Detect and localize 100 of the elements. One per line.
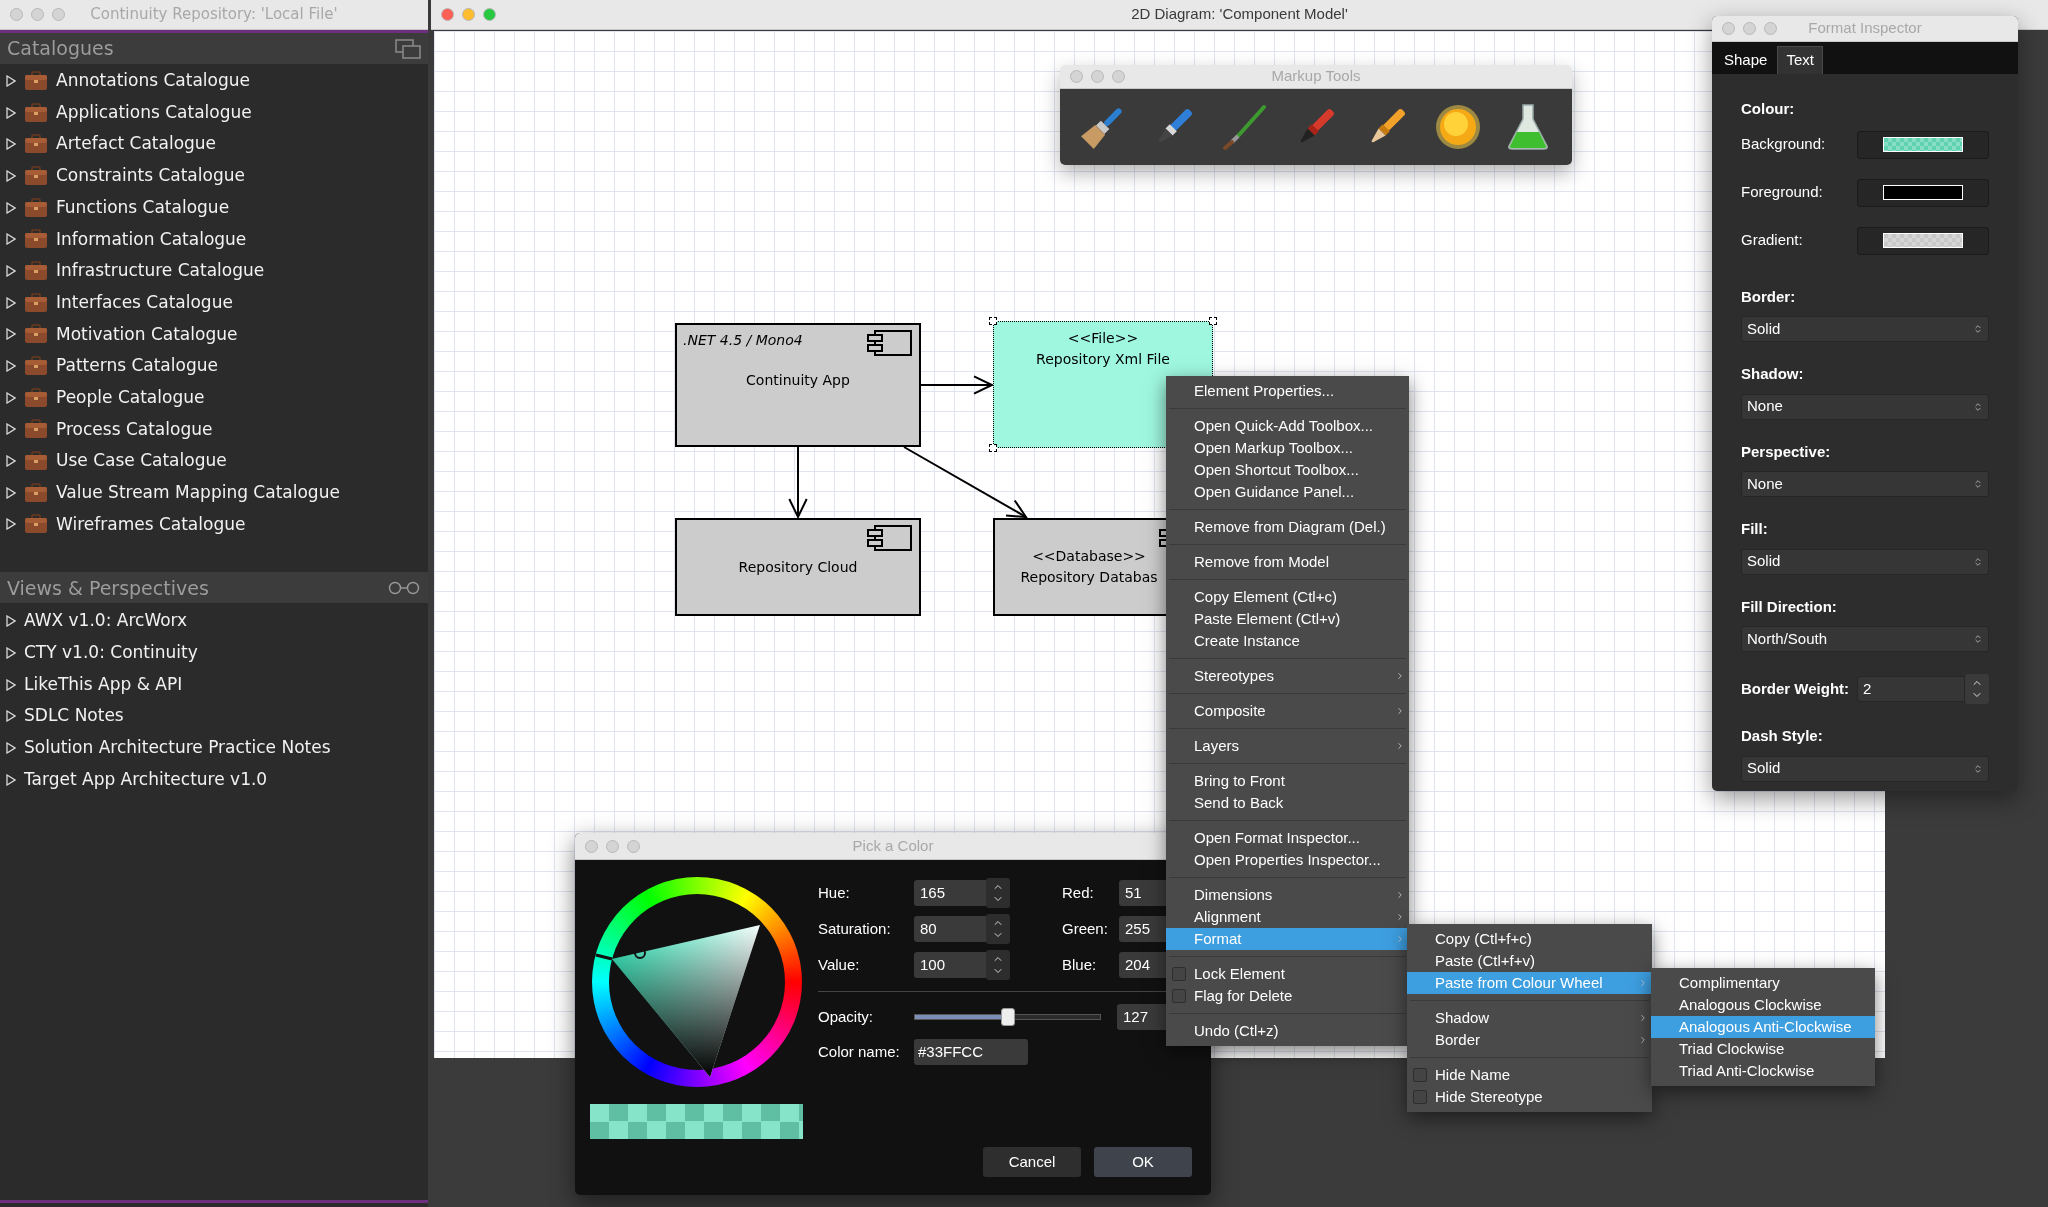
- selection-handle[interactable]: [1209, 317, 1217, 325]
- tab[interactable]: Text: [1777, 46, 1823, 74]
- stepper-arrows[interactable]: [986, 950, 1010, 980]
- menu-item[interactable]: Layers: [1166, 735, 1409, 757]
- menu-item[interactable]: Hide Stereotype: [1407, 1086, 1652, 1108]
- disclosure-triangle-icon[interactable]: [6, 518, 16, 531]
- dropdown[interactable]: None: [1741, 393, 1989, 420]
- disclosure-triangle-icon[interactable]: [6, 296, 16, 309]
- menu-item[interactable]: Shadow: [1407, 1007, 1652, 1029]
- menu-item[interactable]: Paste (Ctl+f+v): [1407, 950, 1652, 972]
- disclosure-triangle-icon[interactable]: [6, 486, 16, 499]
- disclosure-triangle-icon[interactable]: [6, 169, 16, 182]
- disclosure-triangle-icon[interactable]: [6, 391, 16, 404]
- cancel-button[interactable]: Cancel: [983, 1147, 1081, 1177]
- menu-item[interactable]: Border: [1407, 1029, 1652, 1051]
- tree-item[interactable]: SDLC Notes: [0, 700, 428, 733]
- number-field[interactable]: 80: [914, 916, 986, 942]
- tree-item[interactable]: People Catalogue: [0, 381, 428, 414]
- slider-thumb[interactable]: [1000, 1008, 1015, 1026]
- menu-item[interactable]: Bring to Front: [1166, 770, 1409, 792]
- text-field[interactable]: #33FFCC: [914, 1039, 1028, 1065]
- disclosure-triangle-icon[interactable]: [6, 615, 16, 628]
- tree-item[interactable]: Wireframes Catalogue: [0, 508, 428, 541]
- window-title: Format Inspector: [1808, 18, 1922, 39]
- color-well[interactable]: [1857, 178, 1989, 207]
- menu-item[interactable]: Analogous Clockwise: [1651, 994, 1875, 1016]
- menu-item[interactable]: Triad Clockwise: [1651, 1038, 1875, 1060]
- stepper-arrows[interactable]: [986, 878, 1010, 908]
- disclosure-triangle-icon[interactable]: [6, 106, 16, 119]
- stepper-arrows[interactable]: [986, 914, 1010, 944]
- tree-item[interactable]: Interfaces Catalogue: [0, 286, 428, 319]
- tree-item[interactable]: Infrastructure Catalogue: [0, 255, 428, 287]
- menu-item[interactable]: Create Instance: [1166, 630, 1409, 652]
- glasses-icon[interactable]: [387, 580, 421, 595]
- disclosure-triangle-icon[interactable]: [6, 233, 16, 246]
- component-node[interactable]: .NET 4.5 / Mono4 Continuity App: [675, 323, 921, 447]
- panel-title: Views & Perspectives: [7, 575, 209, 601]
- tree-item[interactable]: Use Case Catalogue: [0, 445, 428, 477]
- disclosure-triangle-icon[interactable]: [6, 264, 16, 277]
- selection-handle[interactable]: [989, 444, 997, 452]
- stepper-arrows[interactable]: [1965, 674, 1989, 704]
- disclosure-triangle-icon[interactable]: [6, 328, 16, 341]
- dropdown[interactable]: None: [1741, 471, 1989, 497]
- tree-item[interactable]: CTY v1.0: Continuity: [0, 637, 428, 669]
- menu-item[interactable]: Complimentary: [1651, 972, 1875, 994]
- disclosure-triangle-icon[interactable]: [6, 360, 16, 373]
- tree-item[interactable]: Solution Architecture Practice Notes: [0, 732, 428, 764]
- dropdown[interactable]: Solid: [1741, 548, 1989, 575]
- briefcase-icon: [24, 102, 48, 123]
- menu-item[interactable]: Composite: [1166, 700, 1409, 722]
- menu-item[interactable]: Hide Name: [1407, 1064, 1652, 1086]
- tree-item[interactable]: Motivation Catalogue: [0, 318, 428, 351]
- menu-item[interactable]: Open Shortcut Toolbox...: [1166, 459, 1409, 481]
- disclosure-triangle-icon[interactable]: [6, 423, 16, 436]
- tree-item[interactable]: AWX v1.0: ArcWorx: [0, 605, 428, 637]
- disclosure-triangle-icon[interactable]: [6, 455, 16, 468]
- tree-item[interactable]: Functions Catalogue: [0, 191, 428, 224]
- checkbox[interactable]: [1413, 1068, 1427, 1082]
- number-field[interactable]: 100: [914, 952, 986, 978]
- menu-item[interactable]: Open Guidance Panel...: [1166, 481, 1409, 503]
- dropdown[interactable]: Solid: [1741, 755, 1989, 782]
- number-field[interactable]: 2: [1857, 676, 1965, 702]
- checkbox[interactable]: [1172, 989, 1186, 1003]
- menu-item[interactable]: Triad Anti-Clockwise: [1651, 1060, 1875, 1082]
- tree-item[interactable]: Annotations Catalogue: [0, 65, 428, 97]
- number-field[interactable]: 165: [914, 880, 986, 906]
- ok-button[interactable]: OK: [1094, 1147, 1192, 1177]
- menu-item[interactable]: Open Format Inspector...: [1166, 827, 1409, 849]
- section-heading: Colour:: [1741, 99, 1796, 119]
- tree-item[interactable]: Constraints Catalogue: [0, 160, 428, 192]
- color-well[interactable]: [1857, 226, 1989, 255]
- tree-item[interactable]: Value Stream Mapping Catalogue: [0, 476, 428, 509]
- disclosure-triangle-icon[interactable]: [6, 201, 16, 214]
- tree-item[interactable]: Target App Architecture v1.0: [0, 763, 428, 796]
- selection-handle[interactable]: [989, 317, 997, 325]
- checkbox[interactable]: [1172, 967, 1186, 981]
- component-node[interactable]: Repository Cloud: [675, 518, 921, 616]
- color-well[interactable]: [1857, 130, 1989, 159]
- disclosure-triangle-icon[interactable]: [6, 74, 16, 87]
- dropdown[interactable]: Solid: [1741, 316, 1989, 342]
- checkbox[interactable]: [1413, 1090, 1427, 1104]
- disclosure-triangle-icon[interactable]: [6, 710, 16, 723]
- tree-item[interactable]: Artefact Catalogue: [0, 128, 428, 161]
- tree-item[interactable]: Applications Catalogue: [0, 96, 428, 129]
- disclosure-triangle-icon[interactable]: [6, 138, 16, 151]
- tree-item[interactable]: Process Catalogue: [0, 413, 428, 446]
- disclosure-triangle-icon[interactable]: [6, 773, 16, 786]
- menu-item[interactable]: Copy (Ctl+f+c): [1407, 928, 1652, 950]
- tree-item[interactable]: Information Catalogue: [0, 223, 428, 256]
- dropdown[interactable]: North/South: [1741, 626, 1989, 652]
- disclosure-triangle-icon[interactable]: [6, 741, 16, 754]
- menu-item[interactable]: Stereotypes: [1166, 665, 1409, 687]
- menu-item[interactable]: Send to Back: [1166, 792, 1409, 814]
- tree-item[interactable]: Patterns Catalogue: [0, 350, 428, 382]
- menu-item[interactable]: Flag for Delete: [1166, 985, 1409, 1007]
- windows-icon[interactable]: [395, 38, 421, 59]
- disclosure-triangle-icon[interactable]: [6, 678, 16, 691]
- menu-item[interactable]: Open Properties Inspector...: [1166, 849, 1409, 871]
- tree-item[interactable]: LikeThis App & API: [0, 668, 428, 701]
- disclosure-triangle-icon[interactable]: [6, 646, 16, 659]
